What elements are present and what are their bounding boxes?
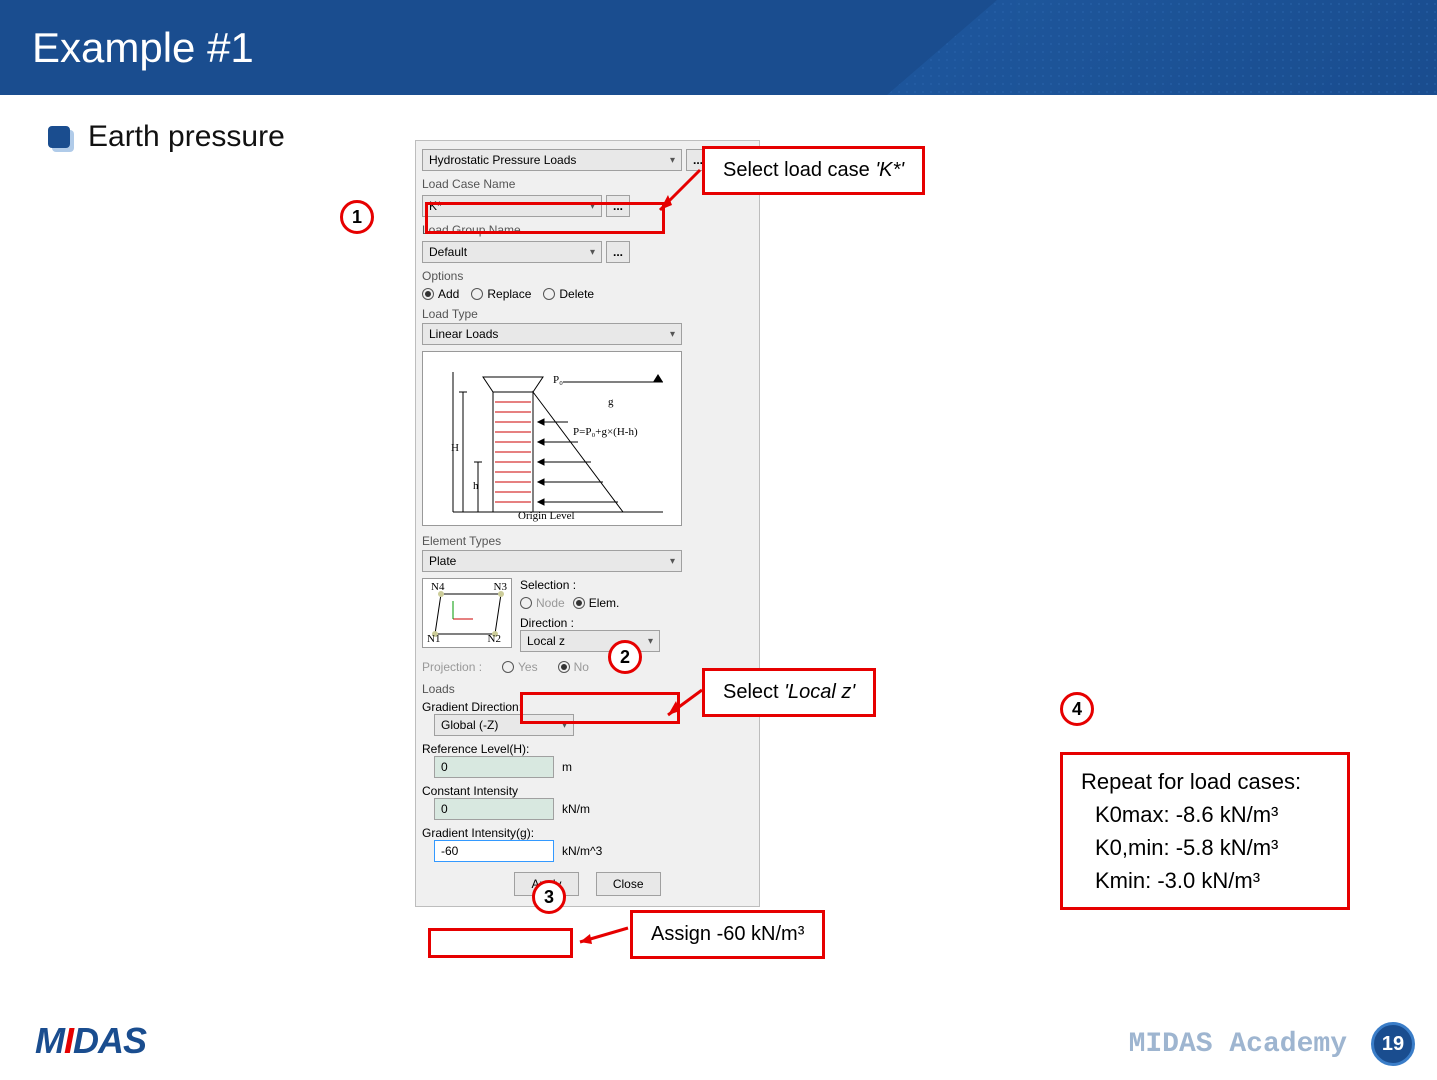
diagram-P0: P₀ bbox=[553, 374, 563, 386]
arrow-3 bbox=[570, 920, 635, 950]
arrow-1 bbox=[650, 165, 710, 220]
elem-types-label: Element Types bbox=[422, 534, 753, 548]
header-decoration bbox=[887, 0, 1437, 95]
diagram-origin: Origin Level bbox=[518, 510, 575, 522]
option-replace-radio[interactable]: Replace bbox=[471, 287, 531, 301]
load-group-dropdown[interactable]: Default ▾ bbox=[422, 241, 602, 263]
grad-int-label: Gradient Intensity(g): bbox=[422, 826, 753, 840]
proj-no-radio: No bbox=[558, 660, 589, 674]
diagram-H: H bbox=[451, 442, 459, 454]
load-type-dropdown[interactable]: Linear Loads ▾ bbox=[422, 323, 682, 345]
ref-level-unit: m bbox=[562, 760, 572, 774]
options-label: Options bbox=[422, 269, 753, 283]
arrow-2 bbox=[660, 685, 710, 725]
sel-node-radio: Node bbox=[520, 596, 565, 610]
bullet-text: Earth pressure bbox=[88, 120, 285, 154]
const-int-label: Constant Intensity bbox=[422, 784, 753, 798]
selection-label: Selection : bbox=[520, 578, 753, 592]
chevron-down-icon: ▾ bbox=[670, 329, 675, 340]
load-diagram: H h P₀ g P=P₀+g×(H-h) Origin Level bbox=[422, 351, 682, 526]
footer-logo: MIDAS bbox=[35, 1020, 146, 1062]
highlight-direction bbox=[520, 692, 680, 724]
bullet-row: Earth pressure bbox=[48, 120, 285, 154]
const-int-input[interactable]: 0 bbox=[434, 798, 554, 820]
load-group-value: Default bbox=[429, 245, 467, 259]
dialog-panel: Hydrostatic Pressure Loads ▾ ... Load Ca… bbox=[415, 140, 760, 907]
highlight-gradient bbox=[428, 928, 573, 958]
main-dropdown-label: Hydrostatic Pressure Loads bbox=[429, 153, 576, 167]
diagram-g: g bbox=[608, 396, 614, 408]
step-4-circle: 4 bbox=[1060, 692, 1094, 726]
step-3-circle: 3 bbox=[532, 880, 566, 914]
ref-level-label: Reference Level(H): bbox=[422, 742, 753, 756]
chevron-down-icon: ▾ bbox=[670, 155, 675, 166]
callout-4: Repeat for load cases: K0max: -8.6 kN/m³… bbox=[1060, 752, 1350, 910]
slide-title: Example #1 bbox=[32, 24, 254, 72]
chevron-down-icon: ▾ bbox=[670, 556, 675, 567]
callout-3: Assign -60 kN/m³ bbox=[630, 910, 825, 959]
elem-types-value: Plate bbox=[429, 554, 456, 568]
close-button[interactable]: Close bbox=[596, 872, 661, 896]
grad-int-input[interactable]: -60 bbox=[434, 840, 554, 862]
projection-label: Projection : bbox=[422, 660, 482, 674]
sel-elem-radio[interactable]: Elem. bbox=[573, 596, 620, 610]
direction-value: Local z bbox=[527, 634, 565, 648]
grad-dir-value: Global (-Z) bbox=[441, 718, 498, 732]
option-delete-radio[interactable]: Delete bbox=[543, 287, 594, 301]
step-1-circle: 1 bbox=[340, 200, 374, 234]
chevron-down-icon: ▾ bbox=[590, 247, 595, 258]
callout-2: Select 'Local z' bbox=[702, 668, 876, 717]
diagram-formula: P=P₀+g×(H-h) bbox=[573, 426, 638, 438]
ref-level-input[interactable]: 0 bbox=[434, 756, 554, 778]
step-2-circle: 2 bbox=[608, 640, 642, 674]
slide-header: Example #1 bbox=[0, 0, 1437, 95]
load-group-more-button[interactable]: ... bbox=[606, 241, 630, 263]
load-type-value: Linear Loads bbox=[429, 327, 498, 341]
callout-1: Select load case 'K*' bbox=[702, 146, 925, 195]
proj-yes-radio: Yes bbox=[502, 660, 538, 674]
highlight-load-case bbox=[425, 202, 665, 234]
option-add-radio[interactable]: Add bbox=[422, 287, 459, 301]
chevron-down-icon: ▾ bbox=[648, 636, 653, 647]
const-int-unit: kN/m bbox=[562, 802, 590, 816]
main-dropdown[interactable]: Hydrostatic Pressure Loads ▾ bbox=[422, 149, 682, 171]
footer-academy: MIDAS Academy bbox=[1129, 1029, 1347, 1060]
load-type-label: Load Type bbox=[422, 307, 753, 321]
grad-int-unit: kN/m^3 bbox=[562, 844, 602, 858]
page-number: 19 bbox=[1371, 1022, 1415, 1066]
direction-label: Direction : bbox=[520, 616, 753, 630]
bullet-icon bbox=[48, 126, 70, 148]
elem-types-dropdown[interactable]: Plate ▾ bbox=[422, 550, 682, 572]
element-diagram: N1 N2 N3 N4 bbox=[422, 578, 512, 648]
diagram-h: h bbox=[473, 480, 479, 492]
